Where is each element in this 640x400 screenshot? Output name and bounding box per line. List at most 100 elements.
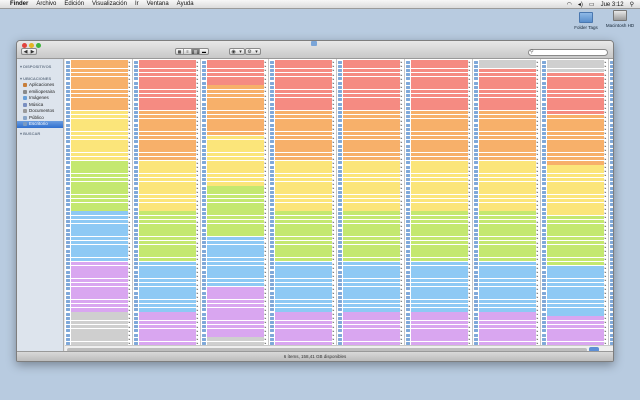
clock[interactable]: Jue 3:12: [601, 2, 624, 8]
menu-ir[interactable]: Ir: [135, 1, 139, 7]
search-field[interactable]: ⚲: [528, 49, 608, 56]
battery-icon[interactable]: ▭: [589, 1, 595, 8]
folder-icon: [338, 157, 342, 161]
folder-icon: [610, 77, 613, 81]
folder-icon: [202, 178, 206, 182]
folder-icon: [610, 257, 613, 261]
folder-icon: [474, 203, 478, 207]
folder-icon: [474, 308, 478, 312]
desktop-icon-macintosh-hd[interactable]: Macintosh HD: [600, 10, 640, 28]
folder-icon: [270, 312, 274, 316]
folder-icon: [338, 299, 342, 303]
folder-icon: [66, 157, 70, 161]
zoom-button[interactable]: [36, 43, 41, 48]
pictures-icon: [23, 96, 27, 101]
browser-column[interactable]: ▸▸▸▸▸▸▸▸▸▸▸▸▸▸▸▸▸▸▸▸▸▸▸▸▸▸▸▸▸▸▸▸▸▸▸▸▸▸▸▸…: [65, 59, 133, 353]
menu-edicion[interactable]: Edición: [64, 1, 84, 7]
folder-icon: [542, 123, 546, 127]
folder-icon: [474, 60, 478, 64]
folder-icon: [202, 186, 206, 190]
browser-column[interactable]: ▸▸▸▸▸▸▸▸▸▸▸▸▸▸▸▸▸▸▸▸▸▸▸▸▸▸▸▸▸▸▸▸▸▸▸▸▸▸▸▸…: [269, 59, 337, 353]
folder-icon: [542, 329, 546, 333]
volume-icon[interactable]: ◂): [578, 1, 583, 8]
folder-icon: [406, 236, 410, 240]
folder-icon: [338, 73, 342, 77]
folder-icon: [610, 119, 613, 123]
folder-icon: [406, 165, 410, 169]
wifi-icon[interactable]: ◠: [567, 1, 572, 8]
folder-icon: [610, 127, 613, 131]
folder-icon: [406, 291, 410, 295]
folder-icon: [474, 304, 478, 308]
sidebar-section-heading[interactable]: ▾ BUSCAR: [17, 131, 63, 136]
folder-icon: [542, 169, 546, 173]
folder-icon: [542, 148, 546, 152]
quicklook-button[interactable]: ◉ ▾: [229, 48, 245, 55]
folder-icon: [66, 304, 70, 308]
browser-column[interactable]: ▸▸▸▸▸▸▸▸▸▸▸▸▸▸▸▸▸▸▸▸▸▸▸▸▸▸▸▸▸▸▸▸▸▸▸▸▸▸▸▸…: [473, 59, 541, 353]
folder-icon: [474, 115, 478, 119]
folder-icon: [338, 270, 342, 274]
icon-view-button[interactable]: ▦: [176, 49, 184, 54]
folder-icon: [202, 64, 206, 68]
folder-icon: [610, 308, 613, 312]
sidebar-section-heading[interactable]: ▾ DISPOSITIVOS: [17, 64, 63, 69]
sidebar-section-heading[interactable]: ▾ UBICACIONES: [17, 76, 63, 81]
browser-column[interactable]: ▸▸▸▸▸▸▸▸▸▸▸▸▸▸▸▸▸▸▸▸▸▸▸▸▸▸▸▸▸▸▸▸▸▸▸▸▸▸▸▸…: [133, 59, 201, 353]
folder-icon: [338, 190, 342, 194]
folder-icon: [474, 68, 478, 72]
menu-ayuda[interactable]: Ayuda: [177, 1, 194, 7]
sidebar-item[interactable]: Escritorio: [17, 121, 63, 128]
folder-icon: [66, 274, 70, 278]
folder-icon: [542, 106, 546, 110]
menu-visualizacion[interactable]: Visualización: [92, 1, 127, 7]
folder-icon: [542, 89, 546, 93]
folder-icon: [542, 337, 546, 341]
folder-icon: [338, 81, 342, 85]
folder-icon: [610, 165, 613, 169]
folder-icon: [406, 131, 410, 135]
folder-icon: [202, 194, 206, 198]
back-button[interactable]: ◀: [22, 49, 29, 55]
folder-icon: [338, 136, 342, 140]
browser-column[interactable]: ▸▸▸▸▸▸▸▸▸▸▸▸▸▸▸▸▸▸▸▸▸▸▸▸▸▸▸▸▸▸▸▸▸▸▸▸▸▸▸▸…: [337, 59, 405, 353]
browser-column[interactable]: ▸▸▸▸▸▸▸▸▸▸▸▸▸▸▸▸▸▸▸▸▸▸▸▸▸▸▸▸▸▸▸▸▸▸▸▸▸▸▸▸…: [609, 59, 613, 353]
column-view-button[interactable]: ▥: [192, 49, 200, 54]
folder-icon: [542, 73, 546, 77]
folder-icon: [610, 169, 613, 173]
browser-column[interactable]: ▸▸▸▸▸▸▸▸▸▸▸▸▸▸▸▸▸▸▸▸▸▸▸▸▸▸▸▸▸▸▸▸▸▸▸▸▸▸▸▸…: [405, 59, 473, 353]
action-button[interactable]: ⚙ ▾: [245, 48, 261, 55]
folder-icon: [270, 115, 274, 119]
folder-icon: [474, 182, 478, 186]
folder-icon: [202, 299, 206, 303]
folder-icon: [202, 203, 206, 207]
menu-archivo[interactable]: Archivo: [36, 1, 56, 7]
spotlight-icon[interactable]: ⚲: [630, 1, 634, 8]
sidebar-heading-label: UBICACIONES: [23, 76, 52, 81]
folder-icon: [610, 333, 613, 337]
list-view-button[interactable]: ≡: [184, 49, 192, 54]
folder-icon: [202, 337, 206, 341]
browser-column[interactable]: ▸▸▸▸▸▸▸▸▸▸▸▸▸▸▸▸▸▸▸▸▸▸▸▸▸▸▸▸▸▸▸▸▸▸▸▸▸▸▸▸…: [201, 59, 269, 353]
menu-ventana[interactable]: Ventana: [147, 1, 169, 7]
folder-icon: [270, 337, 274, 341]
coverflow-view-button[interactable]: ▬: [200, 49, 208, 54]
browser-column[interactable]: ▸▸▸▸▸▸▸▸▸▸▸▸▸▸▸▸▸▸▸▸▸▸▸▸▸▸▸▸▸▸▸▸▸▸▸▸▸▸▸▸…: [541, 59, 609, 353]
folder-icon: [406, 186, 410, 190]
folder-icon: [474, 110, 478, 114]
folder-icon: [406, 257, 410, 261]
folder-icon: [610, 320, 613, 324]
folder-icon: [406, 127, 410, 131]
menu-finder[interactable]: Finder: [10, 1, 28, 7]
folder-icon: [542, 173, 546, 177]
folder-icon: [202, 169, 206, 173]
folder-icon: [579, 12, 593, 23]
forward-button[interactable]: ▶: [29, 49, 36, 55]
folder-icon: [338, 64, 342, 68]
folder-icon: [202, 262, 206, 266]
folder-icon: [474, 123, 478, 127]
folder-icon: [202, 224, 206, 228]
folder-icon: [406, 178, 410, 182]
folder-icon: [406, 123, 410, 127]
folder-icon: [474, 136, 478, 140]
